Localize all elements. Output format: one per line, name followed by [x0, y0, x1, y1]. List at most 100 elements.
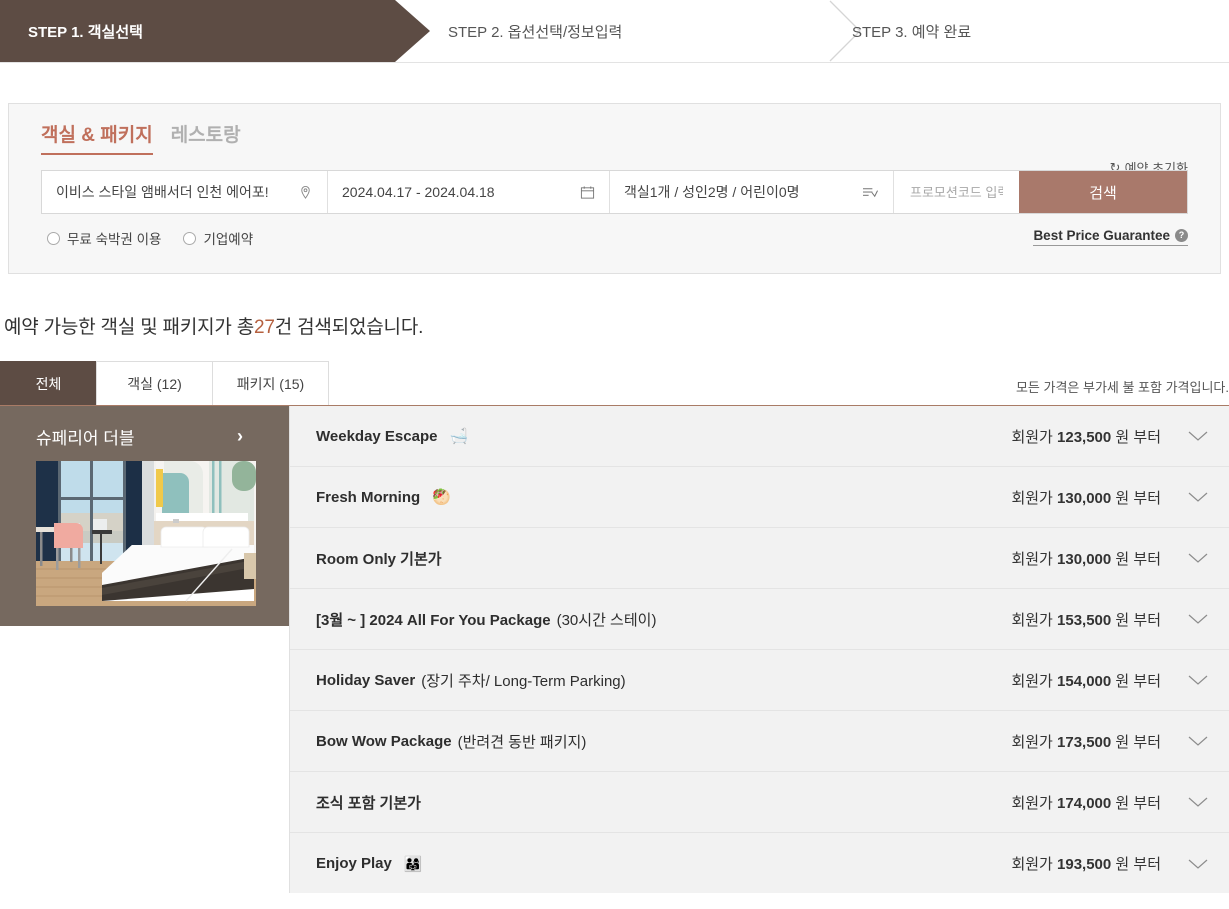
chevron-down-icon[interactable]: [1187, 552, 1209, 564]
price-suffix: 원 부터: [1115, 733, 1161, 751]
price-suffix: 원 부터: [1115, 856, 1161, 873]
table-row[interactable]: 조식 포함 기본가 회원가 174,000 원 부터: [290, 772, 1229, 833]
chevron-down-icon[interactable]: [1187, 613, 1209, 625]
package-price: 회원가 173,500 원 부터: [1011, 731, 1161, 752]
room-type-column: 슈페리어 더블 ›: [0, 406, 290, 893]
tab-rooms[interactable]: 객실 (12): [96, 361, 213, 405]
chevron-down-icon[interactable]: [1187, 796, 1209, 808]
radio-corporate-booking-dot[interactable]: [183, 231, 197, 245]
search-category-tabs: 객실 & 패키지 레스토랑: [41, 120, 241, 155]
table-row[interactable]: Bow Wow Package (반려견 동반 패키지) 회원가 173,500…: [290, 711, 1229, 772]
package-name-sub: (장기 주차/ Long-Term Parking): [421, 672, 626, 690]
package-price: 회원가 174,000 원 부터: [1011, 792, 1161, 813]
package-price: 회원가 153,500 원 부터: [1011, 609, 1161, 630]
table-row[interactable]: Holiday Saver (장기 주차/ Long-Term Parking)…: [290, 650, 1229, 711]
package-name-main: Enjoy Play: [316, 855, 392, 872]
step-3-complete[interactable]: STEP 3. 예약 완료: [852, 0, 1229, 62]
package-name: Fresh Morning 🥙: [316, 488, 451, 507]
price-value: 173,500: [1057, 733, 1112, 751]
price-value: 130,000: [1057, 489, 1112, 507]
family-icon: 👨‍👩‍👧: [403, 855, 423, 873]
tab-all-label: 전체: [35, 375, 62, 392]
guest-occupancy-value: 객실1개 / 성인2명 / 어린이0명: [624, 184, 800, 200]
package-name-main: Fresh Morning: [316, 488, 421, 506]
chevron-down-icon[interactable]: [1187, 430, 1209, 442]
tab-packages-label: 패키지 (15): [236, 375, 305, 392]
promotion-code-field[interactable]: [894, 171, 1019, 213]
results-summary-suffix: 건 검색되었습니다.: [274, 317, 424, 338]
room-card-header: 슈페리어 더블 ›: [36, 424, 273, 449]
package-row-right: 회원가 174,000 원 부터: [1011, 792, 1209, 813]
calendar-icon: [580, 185, 595, 200]
hotel-select-value: 이비스 스타일 앰배서더 인천 에어포!: [56, 184, 269, 200]
package-name-main: [3월 ~ ] 2024 All For You Package: [316, 611, 551, 629]
results-count: 27: [254, 317, 275, 338]
location-pin-icon: [298, 185, 313, 200]
package-name: Bow Wow Package (반려견 동반 패키지): [316, 731, 592, 752]
promotion-code-input[interactable]: [908, 183, 1005, 201]
radio-free-voucher-dot[interactable]: [47, 231, 60, 245]
package-name-main: Room Only 기본가: [316, 550, 442, 568]
table-row[interactable]: Enjoy Play 👨‍👩‍👧 회원가 193,500 원 부터: [290, 833, 1229, 894]
package-row-right: 회원가 123,500 원 부터: [1011, 426, 1209, 447]
table-row[interactable]: [3월 ~ ] 2024 All For You Package (30시간 스…: [290, 589, 1229, 650]
package-row-right: 회원가 153,500 원 부터: [1011, 609, 1209, 630]
room-card-title: 슈페리어 더블: [36, 429, 135, 448]
package-price: 회원가 154,000 원 부터: [1011, 670, 1161, 691]
step-2-options-info[interactable]: STEP 2. 옵션선택/정보입력: [448, 0, 868, 62]
package-price: 회원가 123,500 원 부터: [1011, 426, 1161, 447]
step-progress-bar: STEP 1. 객실선택 STEP 2. 옵션선택/정보입력 STEP 3. 예…: [0, 0, 1229, 63]
package-price: 회원가 130,000 원 부터: [1011, 487, 1161, 508]
price-prefix: 회원가: [1011, 856, 1053, 873]
tab-packages[interactable]: 패키지 (15): [212, 361, 329, 405]
tab-all[interactable]: 전체: [0, 361, 97, 405]
chevron-right-icon[interactable]: ›: [237, 426, 243, 447]
package-name-main: Holiday Saver: [316, 671, 416, 689]
date-range-field[interactable]: 2024.04.17 - 2024.04.18: [328, 171, 610, 213]
search-options-radios: 무료 숙박권 이용 기업예약: [47, 228, 253, 248]
step-1-room-selection[interactable]: STEP 1. 객실선택: [0, 0, 430, 62]
package-name: [3월 ~ ] 2024 All For You Package (30시간 스…: [316, 609, 662, 630]
tab-rooms-packages[interactable]: 객실 & 패키지: [41, 120, 153, 155]
list-dropdown-icon: [862, 185, 879, 200]
package-name: Enjoy Play 👨‍👩‍👧: [316, 855, 423, 873]
price-value: 174,000: [1057, 794, 1112, 812]
tab-rooms-label: 객실 (12): [127, 375, 182, 392]
price-prefix: 회원가: [1011, 550, 1053, 568]
price-prefix: 회원가: [1011, 611, 1053, 629]
price-value: 130,000: [1057, 550, 1112, 568]
chevron-down-icon[interactable]: [1187, 735, 1209, 747]
package-row-right: 회원가 130,000 원 부터: [1011, 548, 1209, 569]
package-name-main: Bow Wow Package: [316, 732, 452, 750]
room-card-superior-double[interactable]: 슈페리어 더블 ›: [0, 406, 289, 626]
chevron-down-icon[interactable]: [1187, 674, 1209, 686]
guest-occupancy-field[interactable]: 객실1개 / 성인2명 / 어린이0명: [610, 171, 894, 213]
radio-corporate-booking[interactable]: 기업예약: [183, 228, 253, 248]
package-row-right: 회원가 193,500 원 부터: [1011, 853, 1209, 874]
price-suffix: 원 부터: [1115, 489, 1161, 507]
price-value: 193,500: [1057, 856, 1112, 873]
search-button[interactable]: 검색: [1019, 171, 1187, 213]
price-suffix: 원 부터: [1115, 428, 1161, 446]
package-name-main: Weekday Escape: [316, 427, 438, 445]
package-row-right: 회원가 154,000 원 부터: [1011, 670, 1209, 691]
search-bar: 이비스 스타일 앰배서더 인천 에어포! 2024.04.17 - 2024.0…: [41, 170, 1188, 214]
tab-restaurant-label: 레스토랑: [170, 125, 241, 146]
package-price: 회원가 193,500 원 부터: [1011, 853, 1161, 874]
chevron-down-icon[interactable]: [1187, 491, 1209, 503]
package-name-sub: (30시간 스테이): [556, 611, 657, 629]
radio-free-voucher[interactable]: 무료 숙박권 이용: [47, 228, 161, 248]
step-3-label: STEP 3. 예약 완료: [852, 23, 972, 41]
results-summary-prefix: 예약 가능한 객실 및 패키지가 총: [4, 317, 255, 338]
table-row[interactable]: Room Only 기본가 회원가 130,000 원 부터: [290, 528, 1229, 589]
package-row-right: 회원가 130,000 원 부터: [1011, 487, 1209, 508]
table-row[interactable]: Fresh Morning 🥙 회원가 130,000 원 부터: [290, 467, 1229, 528]
chevron-down-icon[interactable]: [1187, 858, 1209, 870]
table-row[interactable]: Weekday Escape 🛁 회원가 123,500 원 부터: [290, 406, 1229, 467]
tab-restaurant[interactable]: 레스토랑: [171, 120, 241, 155]
radio-corporate-booking-label: 기업예약: [203, 232, 254, 247]
question-mark-icon[interactable]: ?: [1175, 229, 1188, 242]
best-price-guarantee-link[interactable]: Best Price Guarantee ?: [1033, 228, 1188, 246]
hotel-select-field[interactable]: 이비스 스타일 앰배서더 인천 에어포!: [42, 171, 328, 213]
tab-rooms-packages-label: 객실 & 패키지: [41, 125, 153, 146]
